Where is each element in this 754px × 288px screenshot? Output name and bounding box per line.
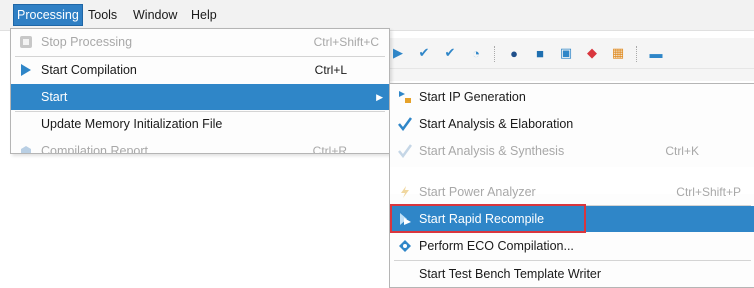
programmer-icon[interactable]: ◆ — [584, 45, 600, 61]
clock-icon[interactable]: ● — [506, 45, 522, 61]
submenu-item-eco-compilation[interactable]: Perform ECO Compilation... — [390, 233, 754, 259]
submenu-item-analysis-synthesis[interactable]: Start Analysis & Synthesis Ctrl+K — [390, 138, 754, 164]
menu-item-update-memory[interactable]: Update Memory Initialization File — [11, 111, 389, 137]
menu-processing[interactable]: Processing — [13, 4, 83, 26]
hierarchy-icon[interactable]: ▣ — [558, 45, 574, 61]
main-toolbar: ▶ ✔ ✔ ◔ ● ■ ▣ ◆ ▦ ▬ — [386, 38, 754, 69]
pin-planner-icon[interactable]: ■ — [532, 45, 548, 61]
play-icon[interactable]: ▶ — [390, 45, 406, 61]
menu-item-start[interactable]: Start ▶ — [11, 84, 389, 110]
toolbar-separator — [636, 46, 639, 62]
submenu-item-power-analyzer[interactable]: Start Power Analyzer Ctrl+Shift+P — [390, 179, 754, 205]
menubar: Processing Tools Window Help — [0, 0, 754, 31]
menu-window[interactable]: Window — [130, 5, 180, 25]
processing-menu: Stop Processing Ctrl+Shift+C Start Compi… — [10, 28, 390, 154]
menu-item-stop-processing[interactable]: Stop Processing Ctrl+Shift+C — [11, 29, 389, 55]
menu-tools[interactable]: Tools — [85, 5, 120, 25]
toolbar-separator — [494, 46, 497, 62]
submenu-item-test-bench-writer[interactable]: Start Test Bench Template Writer — [390, 261, 754, 287]
secondary-toolbar — [386, 69, 754, 81]
power-analyzer-icon — [397, 184, 413, 200]
analysis-elaboration-icon — [397, 116, 413, 132]
check-icon[interactable]: ✔ — [416, 45, 432, 61]
menu-help[interactable]: Help — [188, 5, 220, 25]
menu-item-compilation-report[interactable]: Compilation Report Ctrl+R — [11, 138, 389, 153]
check-arrow-icon[interactable]: ✔ — [442, 45, 458, 61]
chevron-right-icon: ▶ — [376, 92, 383, 102]
chart-icon[interactable]: ◔ — [468, 45, 484, 61]
analysis-synthesis-icon — [397, 143, 413, 159]
submenu-item-analysis-elaboration[interactable]: Start Analysis & Elaboration — [390, 111, 754, 137]
stop-icon — [18, 34, 34, 50]
start-submenu: Start IP Generation Start Analysis & Ela… — [389, 83, 754, 288]
menu-item-start-compilation[interactable]: Start Compilation Ctrl+L — [11, 57, 389, 83]
submenu-item-ip-generation[interactable]: Start IP Generation — [390, 84, 754, 110]
chat-icon[interactable]: ▬ — [648, 45, 664, 61]
eco-compilation-icon — [397, 238, 413, 254]
callout-highlight-box — [390, 204, 586, 233]
ip-generation-icon — [397, 89, 413, 105]
netlist-icon[interactable]: ▦ — [610, 45, 626, 61]
play-icon — [18, 62, 34, 78]
report-icon — [18, 143, 34, 153]
